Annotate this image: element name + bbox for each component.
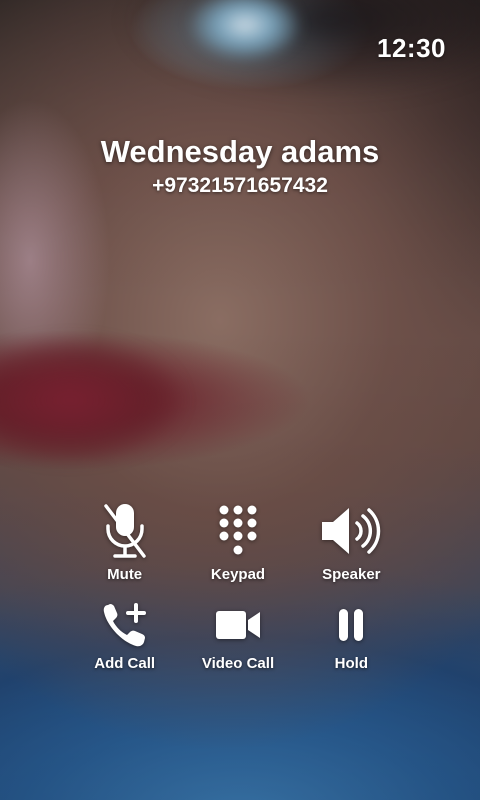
caller-name: Wednesday adams xyxy=(100,134,380,169)
video-call-label: Video Call xyxy=(201,655,275,672)
caller-photo-background xyxy=(0,0,480,800)
add-call-label: Add Call xyxy=(94,655,156,672)
mic-off-icon xyxy=(90,500,160,562)
keypad-label: Keypad xyxy=(210,566,266,583)
speaker-button[interactable]: Speaker xyxy=(295,500,408,583)
dialpad-icon xyxy=(203,500,273,562)
video-camera-icon xyxy=(203,599,273,651)
hold-label: Hold xyxy=(334,655,368,672)
call-controls: Mute Keypad Speaker Add Call Video Call … xyxy=(68,500,408,672)
add-call-button[interactable]: Add Call xyxy=(68,599,181,672)
pause-icon xyxy=(316,599,386,651)
speaker-label: Speaker xyxy=(322,566,381,583)
mute-label: Mute xyxy=(107,566,143,583)
caller-number: +97321571657432 xyxy=(152,174,328,197)
keypad-button[interactable]: Keypad xyxy=(181,500,294,583)
mute-button[interactable]: Mute xyxy=(68,500,181,583)
status-bar-clock: 12:30 xyxy=(377,33,446,63)
hold-button[interactable]: Hold xyxy=(295,599,408,672)
add-call-icon xyxy=(90,599,160,651)
speaker-icon xyxy=(316,500,386,562)
video-call-button[interactable]: Video Call xyxy=(181,599,294,672)
